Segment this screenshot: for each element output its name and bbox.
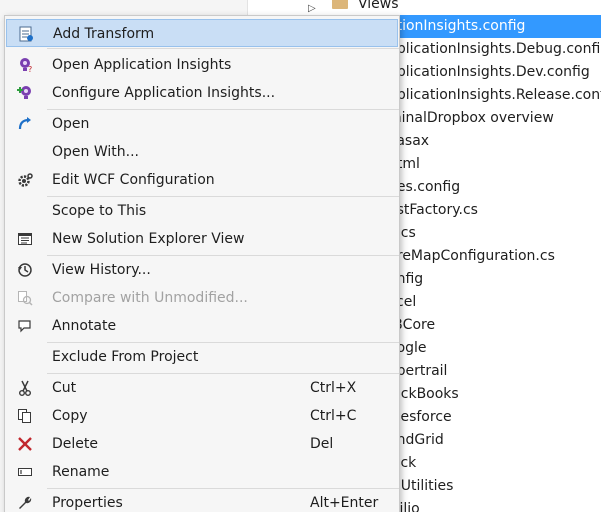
menu-item-scope-to-this[interactable]: Scope to This xyxy=(6,197,398,225)
menu-item-label: Delete xyxy=(52,436,98,452)
menu-item-rename[interactable]: Rename xyxy=(6,458,398,486)
folder-icon xyxy=(332,0,348,9)
menu-item-label: Rename xyxy=(52,464,110,480)
menu-separator xyxy=(47,48,399,49)
tree-item-label: pplicationInsights.Dev.config xyxy=(388,64,590,80)
menu-item-configure-application-insights[interactable]: Configure Application Insights... xyxy=(6,79,398,107)
menu-item-properties[interactable]: Properties Alt+Enter xyxy=(6,489,398,512)
history-icon xyxy=(16,261,34,279)
new-solution-explorer-view-icon xyxy=(16,230,34,248)
menu-item-open[interactable]: Open xyxy=(6,110,398,138)
tree-item-label: pplicationInsights.Release.config xyxy=(388,87,601,103)
menu-item-label: View History... xyxy=(52,262,151,278)
menu-item-label: Cut xyxy=(52,380,77,396)
add-transform-icon xyxy=(17,25,35,43)
menu-item-compare-with-unmodified[interactable]: Compare with Unmodified... xyxy=(6,284,398,312)
menu-item-shortcut: Del xyxy=(310,436,334,452)
menu-item-shortcut: Ctrl+C xyxy=(310,408,357,424)
menu-item-new-solution-explorer-view[interactable]: New Solution Explorer View xyxy=(6,225,398,253)
annotate-icon xyxy=(16,317,34,335)
menu-item-cut[interactable]: Cut Ctrl+X xyxy=(6,374,398,402)
menu-item-label: Add Transform xyxy=(53,26,155,42)
copy-icon xyxy=(16,407,34,425)
tree-item-label: ationInsights.config xyxy=(388,18,526,34)
tree-item-label: ostFactory.cs xyxy=(388,202,478,218)
menu-item-exclude-from-project[interactable]: Exclude From Project xyxy=(6,343,398,371)
menu-item-copy[interactable]: Copy Ctrl+C xyxy=(6,402,398,430)
menu-item-label: Annotate xyxy=(52,318,117,334)
menu-item-label: Open xyxy=(52,116,90,132)
menu-item-open-application-insights[interactable]: ? Open Application Insights xyxy=(6,51,398,79)
rename-icon xyxy=(16,463,34,481)
menu-item-open-with[interactable]: Open With... xyxy=(6,138,398,166)
context-menu: Add Transform ? Open Application Insight… xyxy=(4,15,400,512)
menu-item-label: Copy xyxy=(52,408,88,424)
tree-item-label: minalDropbox overview xyxy=(388,110,554,126)
expand-arrow-icon[interactable]: ▷ xyxy=(308,0,316,16)
menu-item-shortcut: Alt+Enter xyxy=(310,495,379,511)
tree-item-views[interactable]: ▷ Views xyxy=(248,0,601,16)
gear-icon xyxy=(16,171,34,189)
menu-item-annotate[interactable]: Annotate xyxy=(6,312,398,340)
menu-item-shortcut: Ctrl+X xyxy=(310,380,357,396)
open-arrow-icon xyxy=(16,115,34,133)
wrench-icon xyxy=(16,494,34,512)
menu-item-label: Configure Application Insights... xyxy=(52,85,276,101)
menu-item-view-history[interactable]: View History... xyxy=(6,256,398,284)
configure-application-insights-icon xyxy=(16,84,34,102)
menu-item-label: Scope to This xyxy=(52,203,147,219)
application-insights-icon: ? xyxy=(16,56,34,74)
menu-item-delete[interactable]: Delete Del xyxy=(6,430,398,458)
menu-item-add-transform[interactable]: Add Transform xyxy=(6,19,398,47)
menu-item-label: Exclude From Project xyxy=(52,349,199,365)
tree-item-label: ureMapConfiguration.cs xyxy=(388,248,555,264)
menu-item-label: Open With... xyxy=(52,144,139,160)
menu-item-label: Edit WCF Configuration xyxy=(52,172,215,188)
menu-item-label: Compare with Unmodified... xyxy=(52,290,248,306)
compare-icon xyxy=(16,289,34,307)
menu-item-label: New Solution Explorer View xyxy=(52,231,245,247)
scissors-icon xyxy=(16,379,34,397)
tree-item-label: pplicationInsights.Debug.config xyxy=(388,41,601,57)
svg-text:?: ? xyxy=(28,65,32,73)
tree-item-label: Views xyxy=(358,0,399,12)
delete-x-icon xyxy=(16,435,34,453)
menu-item-label: Properties xyxy=(52,495,123,511)
menu-item-label: Open Application Insights xyxy=(52,57,232,73)
menu-item-edit-wcf-configuration[interactable]: Edit WCF Configuration xyxy=(6,166,398,194)
